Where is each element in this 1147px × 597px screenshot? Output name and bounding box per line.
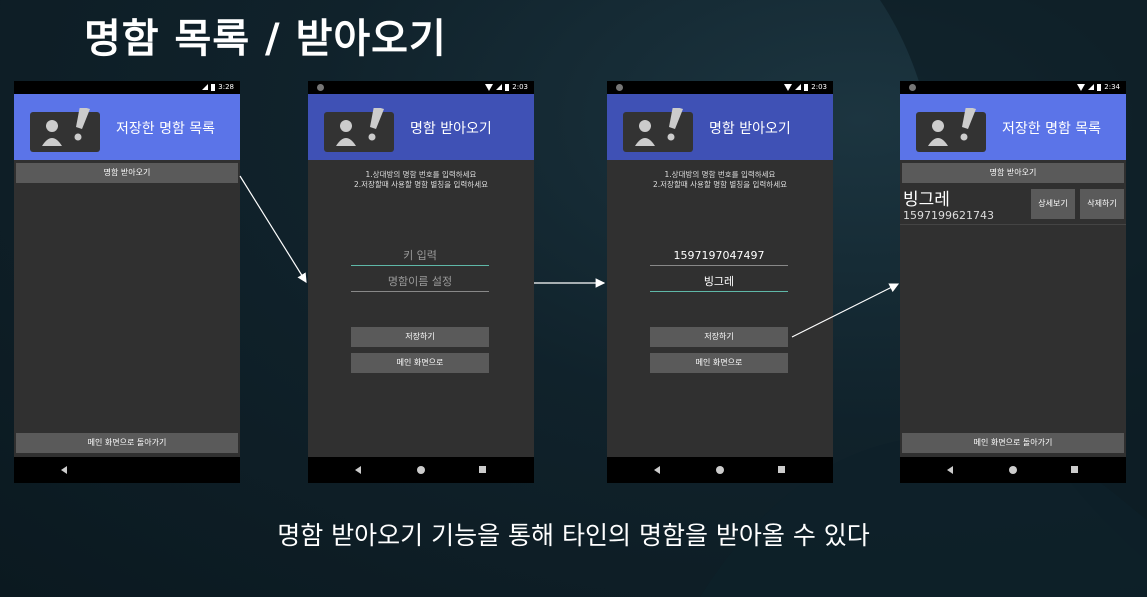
- instruction-line-1: 1.상대방의 명함 번호를 입력하세요: [664, 170, 776, 179]
- recent-apps-icon[interactable]: [1071, 466, 1078, 473]
- status-bar: 2:03: [607, 81, 833, 94]
- signal-icon: [496, 84, 503, 90]
- back-icon[interactable]: [61, 466, 67, 474]
- home-icon[interactable]: [716, 466, 724, 474]
- camera-icon: [909, 84, 916, 91]
- phone-screen-import-filled: 2:03 명함 받아오기 1.상대방의 명함 번호를 입력하세요 2.저장할때 …: [607, 81, 833, 483]
- import-card-button[interactable]: 명함 받아오기: [902, 163, 1124, 183]
- key-input[interactable]: 키 입력: [351, 247, 489, 266]
- signal-icon: [202, 84, 209, 90]
- clock: 2:03: [811, 83, 827, 91]
- camera-icon: [616, 84, 623, 91]
- battery-icon: [211, 83, 216, 91]
- phone-screen-list-filled: 2:34 저장한 명함 목록 명함 받아오기 빙그레 1597199621743…: [900, 81, 1126, 483]
- nav-bar: [14, 457, 240, 483]
- signal-icon: [795, 84, 802, 90]
- home-icon[interactable]: [417, 466, 425, 474]
- app-bar: 저장한 명함 목록: [900, 94, 1126, 160]
- card-name-input[interactable]: 빙그레: [650, 273, 788, 292]
- status-bar: 2:34: [900, 81, 1126, 94]
- nav-bar: [308, 457, 534, 483]
- nav-bar: [900, 457, 1126, 483]
- business-card-icon: [623, 108, 693, 152]
- detail-button[interactable]: 상세보기: [1031, 189, 1075, 219]
- app-bar: 저장한 명함 목록: [14, 94, 240, 160]
- clock: 2:34: [1104, 83, 1120, 91]
- import-card-button[interactable]: 명함 받아오기: [16, 163, 238, 183]
- app-bar: 명함 받아오기: [308, 94, 534, 160]
- app-title: 저장한 명함 목록: [1002, 121, 1102, 137]
- business-card-icon: [30, 108, 100, 152]
- instructions: 1.상대방의 명함 번호를 입력하세요 2.저장할때 사용할 명함 별칭을 입력…: [308, 170, 534, 190]
- slide-title: 명함 목록 / 받아오기: [84, 16, 447, 62]
- signal-icon: [1088, 84, 1095, 90]
- save-button[interactable]: 저장하기: [650, 327, 788, 347]
- business-card-icon: [916, 108, 986, 152]
- home-icon[interactable]: [1009, 466, 1017, 474]
- back-icon[interactable]: [355, 466, 361, 474]
- app-title: 명함 받아오기: [709, 121, 791, 137]
- phone-screen-import-empty: 2:03 명함 받아오기 1.상대방의 명함 번호를 입력하세요 2.저장할때 …: [308, 81, 534, 483]
- battery-icon: [505, 83, 510, 91]
- wifi-icon: [1077, 83, 1086, 91]
- battery-icon: [1097, 83, 1102, 91]
- wifi-icon: [784, 83, 793, 91]
- instructions: 1.상대방의 명함 번호를 입력하세요 2.저장할때 사용할 명함 별칭을 입력…: [607, 170, 833, 190]
- back-icon[interactable]: [654, 466, 660, 474]
- card-name: 빙그레: [903, 190, 950, 210]
- card-name-input[interactable]: 명함이름 설정: [351, 273, 489, 292]
- wifi-icon: [485, 83, 494, 91]
- card-key: 1597199621743: [903, 209, 994, 222]
- clock: 3:28: [218, 83, 234, 91]
- nav-bar: [607, 457, 833, 483]
- camera-icon: [317, 84, 324, 91]
- save-button[interactable]: 저장하기: [351, 327, 489, 347]
- recent-apps-icon[interactable]: [778, 466, 785, 473]
- main-screen-button[interactable]: 메인 화면으로: [650, 353, 788, 373]
- delete-button[interactable]: 삭제하기: [1080, 189, 1124, 219]
- slide-caption: 명함 받아오기 기능을 통해 타인의 명함을 받아올 수 있다: [277, 521, 870, 550]
- business-card-icon: [324, 108, 394, 152]
- status-bar: 2:03: [308, 81, 534, 94]
- back-to-main-button[interactable]: 메인 화면으로 돌아가기: [16, 433, 238, 453]
- back-to-main-button[interactable]: 메인 화면으로 돌아가기: [902, 433, 1124, 453]
- list-divider: [900, 224, 1126, 225]
- instruction-line-2: 2.저장할때 사용할 명함 별칭을 입력하세요: [653, 180, 787, 189]
- back-icon[interactable]: [947, 466, 953, 474]
- app-title: 저장한 명함 목록: [116, 121, 216, 137]
- instruction-line-1: 1.상대방의 명함 번호를 입력하세요: [365, 170, 477, 179]
- recent-apps-icon[interactable]: [479, 466, 486, 473]
- status-bar: 3:28: [14, 81, 240, 94]
- app-title: 명함 받아오기: [410, 121, 492, 137]
- app-bar: 명함 받아오기: [607, 94, 833, 160]
- phone-screen-list-empty: 3:28 저장한 명함 목록 명함 받아오기 메인 화면으로 돌아가기: [14, 81, 240, 483]
- clock: 2:03: [512, 83, 528, 91]
- battery-icon: [804, 83, 809, 91]
- instruction-line-2: 2.저장할때 사용할 명함 별칭을 입력하세요: [354, 180, 488, 189]
- key-input[interactable]: 1597197047497: [650, 247, 788, 266]
- main-screen-button[interactable]: 메인 화면으로: [351, 353, 489, 373]
